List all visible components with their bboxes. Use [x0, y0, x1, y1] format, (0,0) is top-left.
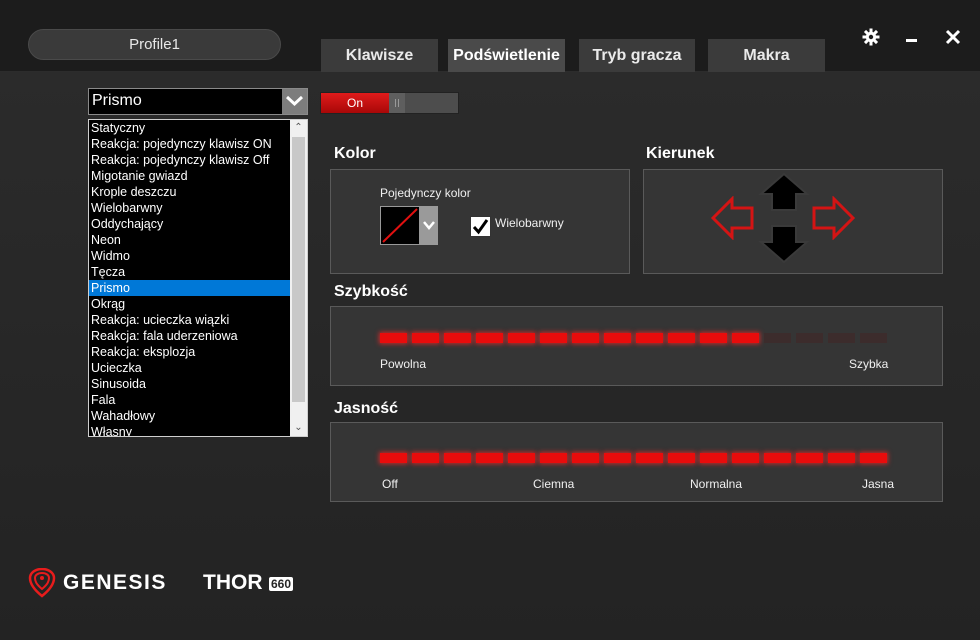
effect-option[interactable]: Krople deszczu [89, 184, 290, 200]
single-color-label: Pojedynczy kolor [380, 186, 471, 200]
up-arrow-icon[interactable] [758, 172, 810, 211]
minimize-icon[interactable] [900, 26, 922, 48]
effect-list-items: Statyczny Reakcja: pojedynczy klawisz ON R… [89, 120, 290, 436]
effect-option[interactable]: Widmo [89, 248, 290, 264]
speed-segment[interactable] [732, 333, 759, 343]
tab-makra[interactable]: Makra [708, 39, 825, 72]
speed-segment[interactable] [604, 333, 631, 343]
right-arrow-icon[interactable] [810, 196, 856, 240]
brightness-segment[interactable] [412, 453, 439, 463]
multicolor-label: Wielobarwny [495, 216, 564, 230]
direction-up-down [758, 172, 810, 264]
effect-option[interactable]: Wielobarwny [89, 200, 290, 216]
effect-option[interactable]: Wahadłowy [89, 408, 290, 424]
product-name: THOR [203, 571, 263, 594]
gear-icon[interactable] [860, 26, 882, 48]
brightness-segment[interactable] [668, 453, 695, 463]
brightness-segment[interactable] [508, 453, 535, 463]
speed-segment[interactable] [860, 333, 887, 343]
backlight-toggle[interactable]: On [320, 92, 459, 114]
brightness-label-normalna: Normalna [690, 477, 743, 491]
brightness-segment[interactable] [604, 453, 631, 463]
effect-option[interactable]: Okrąg [89, 296, 290, 312]
effect-option[interactable]: Reakcja: pojedynczy klawisz Off [89, 152, 290, 168]
speed-segment[interactable] [668, 333, 695, 343]
left-arrow-icon[interactable] [710, 196, 756, 240]
effect-select[interactable]: Prismo [88, 88, 308, 115]
brightness-label-ciemna: Ciemna [533, 477, 575, 491]
speed-min-label: Powolna [380, 357, 427, 371]
speed-segment[interactable] [508, 333, 535, 343]
effect-list[interactable]: Statyczny Reakcja: pojedynczy klawisz ON R… [88, 119, 308, 437]
effect-option[interactable]: Reakcja: pojedynczy klawisz ON [89, 136, 290, 152]
brand-logo: GENESIS THOR 660 [28, 568, 308, 600]
effect-option[interactable]: Ucieczka [89, 360, 290, 376]
effect-option[interactable]: Oddychający [89, 216, 290, 232]
genesis-logo-icon [28, 568, 56, 598]
close-icon[interactable] [942, 26, 964, 48]
speed-segment[interactable] [700, 333, 727, 343]
chevron-down-icon[interactable] [282, 89, 307, 114]
speed-segment[interactable] [828, 333, 855, 343]
effect-option[interactable]: Prismo [89, 280, 290, 296]
speed-segment[interactable] [476, 333, 503, 343]
profile-selector[interactable]: Profile1 [28, 29, 281, 60]
brightness-segment[interactable] [444, 453, 471, 463]
brand-name: GENESIS [63, 571, 167, 594]
tab-podswietlenie[interactable]: Podświetlenie [448, 39, 565, 72]
speed-segment[interactable] [380, 333, 407, 343]
effect-select-value: Prismo [92, 92, 142, 109]
brightness-segment[interactable] [860, 453, 887, 463]
brightness-segment[interactable] [764, 453, 791, 463]
szybkosc-title: Szybkość [334, 283, 408, 300]
brightness-segment[interactable] [636, 453, 663, 463]
speed-segment[interactable] [444, 333, 471, 343]
tab-klawisze[interactable]: Klawisze [321, 39, 438, 72]
scrollbar[interactable]: ⌃ ⌄ [290, 120, 307, 436]
effect-option[interactable]: Własny [89, 424, 290, 436]
brightness-segment[interactable] [572, 453, 599, 463]
tab-tryb-gracza[interactable]: Tryb gracza [579, 39, 695, 72]
brightness-label-off: Off [382, 477, 398, 491]
speed-segment[interactable] [572, 333, 599, 343]
effect-option[interactable]: Neon [89, 232, 290, 248]
speed-segment[interactable] [796, 333, 823, 343]
kierunek-title: Kierunek [646, 145, 715, 162]
jasnosc-title: Jasność [334, 400, 399, 417]
brightness-segment[interactable] [540, 453, 567, 463]
szybkosc-panel [330, 306, 943, 386]
speed-segment[interactable] [764, 333, 791, 343]
multicolor-checkbox[interactable] [470, 216, 491, 237]
brightness-segment[interactable] [380, 453, 407, 463]
effect-option[interactable]: Sinusoida [89, 376, 290, 392]
brightness-segment[interactable] [732, 453, 759, 463]
brightness-segment[interactable] [796, 453, 823, 463]
effect-option[interactable]: Reakcja: eksplozja [89, 344, 290, 360]
color-dropdown-icon[interactable] [420, 206, 438, 245]
effect-option[interactable]: Fala [89, 392, 290, 408]
brightness-label-jasna: Jasna [862, 477, 895, 491]
toggle-knob[interactable] [389, 93, 405, 113]
brightness-segment[interactable] [476, 453, 503, 463]
scroll-up-icon[interactable]: ⌃ [290, 120, 307, 136]
speed-segment[interactable] [412, 333, 439, 343]
app-window: Profile1 Klawisze Podświetlenie Tryb gra… [0, 0, 980, 640]
speed-segment[interactable] [636, 333, 663, 343]
effect-option[interactable]: Migotanie gwiazd [89, 168, 290, 184]
effect-option[interactable]: Reakcja: fala uderzeniowa [89, 328, 290, 344]
speed-max-label: Szybka [849, 357, 889, 371]
color-swatch[interactable] [380, 206, 420, 245]
toggle-on-label: On [321, 93, 389, 113]
down-arrow-icon[interactable] [758, 225, 810, 264]
effect-option[interactable]: Tęcza [89, 264, 290, 280]
effect-option[interactable]: Statyczny [89, 120, 290, 136]
effect-option[interactable]: Reakcja: ucieczka wiązki [89, 312, 290, 328]
speed-segment[interactable] [540, 333, 567, 343]
model-badge: 660 [269, 577, 294, 591]
brightness-segment[interactable] [700, 453, 727, 463]
kolor-title: Kolor [334, 145, 376, 162]
brightness-segment[interactable] [828, 453, 855, 463]
scroll-down-icon[interactable]: ⌄ [290, 420, 307, 436]
scroll-thumb[interactable] [292, 137, 305, 402]
